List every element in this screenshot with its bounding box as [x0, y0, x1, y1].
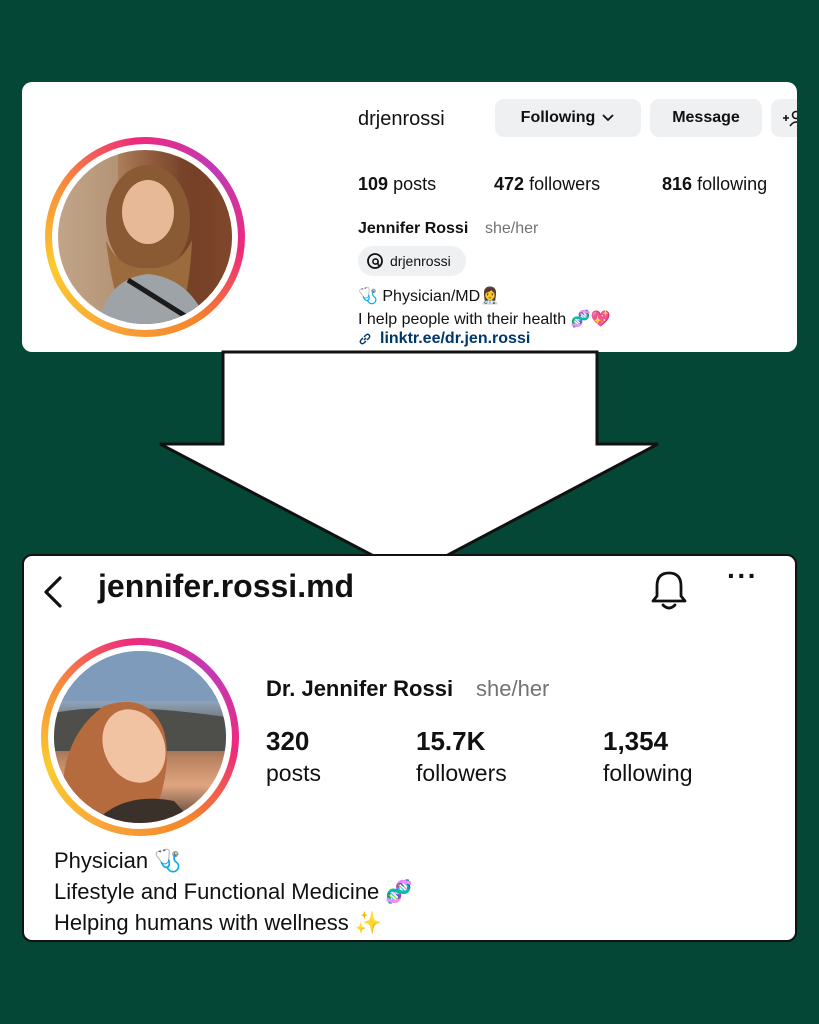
more-options-icon[interactable]: ···: [727, 560, 758, 592]
posts-label: posts: [266, 760, 321, 786]
bio-line-3: Helping humans with wellness ✨: [54, 910, 383, 935]
back-arrow-icon[interactable]: [38, 574, 66, 610]
following-count[interactable]: 1,354: [603, 726, 668, 757]
new-username: jennifer.rossi.md: [98, 568, 355, 604]
display-name: Dr. Jennifer Rossi: [266, 676, 454, 701]
avatar-photo-icon: [54, 651, 226, 823]
new-profile-card: jennifer.rossi.md ··· Dr. Jennifer Rossi…: [22, 554, 797, 942]
bio-line-1: Physician 🩺: [54, 848, 182, 873]
posts-count: 320: [266, 726, 310, 756]
new-profile-avatar[interactable]: [54, 651, 226, 823]
pronouns: she/her: [476, 676, 550, 701]
followers-label[interactable]: followers: [416, 760, 507, 787]
bell-icon[interactable]: [648, 568, 690, 612]
following-label[interactable]: following: [603, 760, 693, 787]
bio-line-2: Lifestyle and Functional Medicine 🧬: [54, 879, 413, 904]
followers-count[interactable]: 15.7K: [416, 726, 485, 757]
